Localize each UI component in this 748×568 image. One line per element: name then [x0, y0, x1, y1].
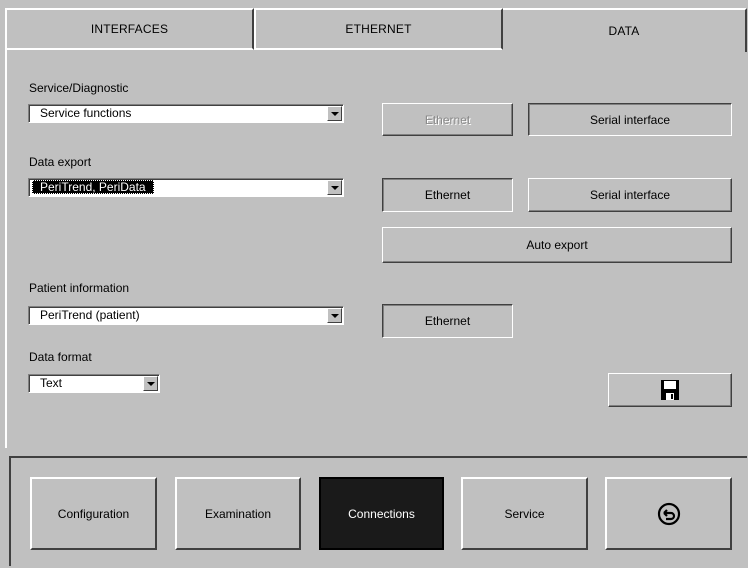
data-export-label: Data export	[29, 155, 92, 169]
service-dropdown-arrow-icon[interactable]	[327, 106, 342, 121]
service-diagnostic-select[interactable]: Service functions	[28, 104, 344, 123]
patient-information-label: Patient information	[29, 281, 130, 295]
patient-dropdown-arrow-icon[interactable]	[327, 308, 342, 323]
connections-label: Connections	[348, 506, 415, 521]
tab-ethernet[interactable]: ETHERNET	[254, 8, 503, 50]
data-export-select[interactable]: PeriTrend, PeriData	[28, 178, 344, 197]
format-dropdown-arrow-icon[interactable]	[143, 376, 158, 391]
service-ethernet-button[interactable]: Ethernet	[382, 103, 513, 136]
export-dropdown-arrow-icon[interactable]	[327, 180, 342, 195]
back-button[interactable]	[605, 477, 732, 550]
floppy-disk-icon	[661, 380, 679, 400]
tab-interfaces[interactable]: INTERFACES	[5, 8, 254, 50]
configuration-label: Configuration	[57, 506, 130, 521]
configuration-button[interactable]: Configuration	[30, 477, 157, 550]
data-format-select[interactable]: Text	[28, 374, 160, 393]
tab-interfaces-label: INTERFACES	[90, 22, 169, 36]
service-label: Service	[504, 506, 545, 521]
service-diagnostic-value: Service functions	[40, 106, 132, 120]
export-serial-interface-button[interactable]: Serial interface	[528, 178, 732, 212]
export-ethernet-button[interactable]: Ethernet	[382, 178, 513, 212]
connections-button[interactable]: Connections	[319, 477, 444, 550]
examination-button[interactable]: Examination	[175, 477, 301, 550]
save-button[interactable]	[608, 373, 732, 407]
patient-information-value: PeriTrend (patient)	[40, 308, 140, 322]
patient-information-select[interactable]: PeriTrend (patient)	[28, 306, 344, 325]
tab-ethernet-label: ETHERNET	[345, 22, 412, 36]
patient-ethernet-button[interactable]: Ethernet	[382, 304, 513, 338]
back-arrow-icon	[657, 502, 680, 525]
tab-data-label: DATA	[608, 24, 640, 38]
auto-export-button[interactable]: Auto export	[382, 227, 732, 263]
tab-data[interactable]: DATA	[503, 8, 747, 52]
service-serial-interface-button[interactable]: Serial interface	[528, 103, 732, 136]
service-button[interactable]: Service	[461, 477, 588, 550]
data-format-value: Text	[40, 376, 63, 390]
data-export-value: PeriTrend, PeriData	[32, 180, 154, 194]
service-diagnostic-label: Service/Diagnostic	[29, 81, 129, 95]
data-format-label: Data format	[29, 350, 92, 364]
examination-label: Examination	[204, 506, 272, 521]
